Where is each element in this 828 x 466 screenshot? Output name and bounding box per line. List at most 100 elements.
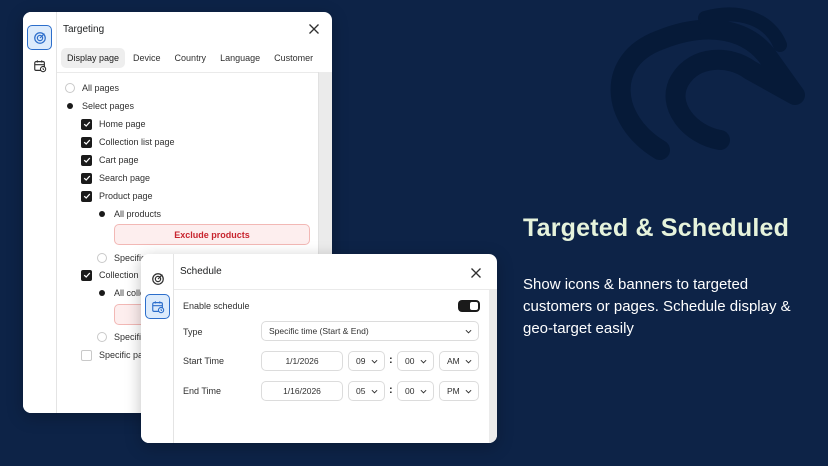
tab-language[interactable]: Language	[214, 48, 266, 68]
radio-select-pages[interactable]	[65, 101, 75, 111]
checkbox-product-page[interactable]	[81, 190, 92, 202]
tab-country[interactable]: Country	[169, 48, 213, 68]
option-all-collections[interactable]: All colle	[97, 287, 145, 299]
target-icon	[33, 31, 46, 44]
end-period-select[interactable]: PM	[439, 381, 479, 401]
schedule-scrollbar[interactable]	[489, 290, 497, 443]
chevron-down-icon	[465, 359, 472, 364]
option-label: Collection p	[99, 270, 147, 280]
checkmark-icon	[83, 121, 90, 127]
option-label: Specific pa	[99, 350, 144, 360]
type-select-value: Specific time (Start & End)	[269, 326, 369, 336]
option-label: All pages	[82, 83, 120, 93]
tab-display-page[interactable]: Display page	[61, 48, 126, 68]
schedule-rail-button[interactable]	[145, 294, 170, 319]
schedule-rail-button[interactable]	[27, 53, 52, 78]
option-collection-list-page[interactable]: Collection list page	[81, 136, 175, 148]
start-date-input[interactable]: 1/1/2026	[261, 351, 343, 371]
start-hour-select[interactable]: 09	[348, 351, 385, 371]
schedule-side-rail	[141, 254, 174, 443]
radio-all-pages[interactable]	[65, 83, 75, 93]
option-all-products[interactable]: All products	[97, 208, 161, 220]
schedule-panel: Schedule Enable schedule Type Specific t…	[141, 254, 497, 443]
option-product-page[interactable]: Product page	[81, 190, 153, 202]
option-label: All products	[114, 209, 162, 219]
option-select-pages[interactable]: Select pages	[65, 100, 134, 112]
checkmark-icon	[83, 139, 90, 145]
chevron-down-icon	[371, 389, 378, 394]
chevron-down-icon	[465, 389, 472, 394]
enable-schedule-toggle[interactable]	[458, 300, 480, 312]
start-time-label: Start Time	[183, 356, 225, 366]
tab-device[interactable]: Device	[127, 48, 167, 68]
end-minute-value: 00	[405, 386, 415, 396]
schedule-title: Schedule	[180, 266, 222, 277]
start-date-value: 1/1/2026	[285, 356, 319, 366]
radio-specific-products[interactable]	[97, 253, 107, 263]
option-label: Product page	[99, 191, 153, 201]
start-period-select[interactable]: AM	[439, 351, 479, 371]
option-search-page[interactable]: Search page	[81, 172, 150, 184]
start-minute-select[interactable]: 00	[397, 351, 434, 371]
targeting-side-rail	[23, 12, 57, 413]
calendar-clock-icon	[33, 59, 46, 72]
end-period-value: PM	[447, 386, 460, 396]
option-collection-page[interactable]: Collection p	[81, 269, 146, 281]
option-label: Home page	[99, 119, 146, 129]
brand-logo-icon	[610, 7, 805, 160]
option-label: Cart page	[99, 155, 139, 165]
checkmark-icon	[83, 193, 90, 199]
radio-all-collections[interactable]	[97, 288, 107, 298]
calendar-clock-icon	[151, 300, 164, 313]
type-select[interactable]: Specific time (Start & End)	[261, 321, 479, 341]
targeting-rail-button[interactable]	[145, 266, 170, 291]
end-date-value: 1/16/2026	[283, 386, 321, 396]
checkbox-cart-page[interactable]	[81, 154, 92, 166]
target-icon	[151, 272, 164, 285]
option-label: Select pages	[82, 101, 135, 111]
checkmark-icon	[83, 157, 90, 163]
enable-schedule-label: Enable schedule	[183, 301, 250, 311]
end-hour-value: 05	[356, 386, 366, 396]
exclude-products-button[interactable]: Exclude products	[114, 224, 310, 245]
end-time-label: End Time	[183, 386, 222, 396]
targeting-title: Targeting	[63, 23, 105, 35]
chevron-down-icon	[420, 389, 427, 394]
targeting-tabs: Display page Device Country Language Cus…	[57, 46, 318, 70]
option-label: Collection list page	[99, 137, 175, 147]
option-all-pages[interactable]: All pages	[65, 82, 119, 94]
targeting-rail-button[interactable]	[27, 25, 52, 50]
radio-all-products[interactable]	[97, 209, 107, 219]
checkmark-icon	[83, 272, 90, 278]
end-minute-select[interactable]: 00	[397, 381, 434, 401]
end-hour-select[interactable]: 05	[348, 381, 385, 401]
hero-description: Show icons & banners to targeted custome…	[523, 276, 791, 337]
checkbox-specific-pages[interactable]	[81, 349, 92, 361]
option-specific-collections[interactable]: Specifi	[97, 331, 141, 343]
tab-customer[interactable]: Customer	[268, 48, 319, 68]
radio-specific-collections[interactable]	[97, 332, 107, 342]
checkbox-search-page[interactable]	[81, 172, 92, 184]
type-label: Type	[183, 327, 203, 337]
targeting-header: Targeting	[57, 12, 332, 46]
close-icon[interactable]	[470, 267, 482, 279]
option-home-page[interactable]: Home page	[81, 118, 146, 130]
close-icon[interactable]	[308, 23, 320, 35]
checkbox-home-page[interactable]	[81, 118, 92, 130]
end-date-input[interactable]: 1/16/2026	[261, 381, 343, 401]
option-label: Specifi	[114, 332, 142, 342]
chevron-down-icon	[371, 359, 378, 364]
time-separator: :	[389, 384, 393, 396]
hero-title: Targeted & Scheduled	[523, 214, 790, 242]
start-hour-value: 09	[356, 356, 366, 366]
option-cart-page[interactable]: Cart page	[81, 154, 139, 166]
checkbox-collection-page[interactable]	[81, 269, 92, 281]
chevron-down-icon	[465, 329, 472, 334]
option-specific-pages[interactable]: Specific pa	[81, 349, 143, 361]
option-specific-products[interactable]: Specific	[97, 252, 146, 264]
checkbox-collection-list-page[interactable]	[81, 136, 92, 148]
start-period-value: AM	[447, 356, 460, 366]
schedule-header: Schedule	[174, 254, 497, 290]
time-separator: :	[389, 354, 393, 366]
checkmark-icon	[83, 175, 90, 181]
